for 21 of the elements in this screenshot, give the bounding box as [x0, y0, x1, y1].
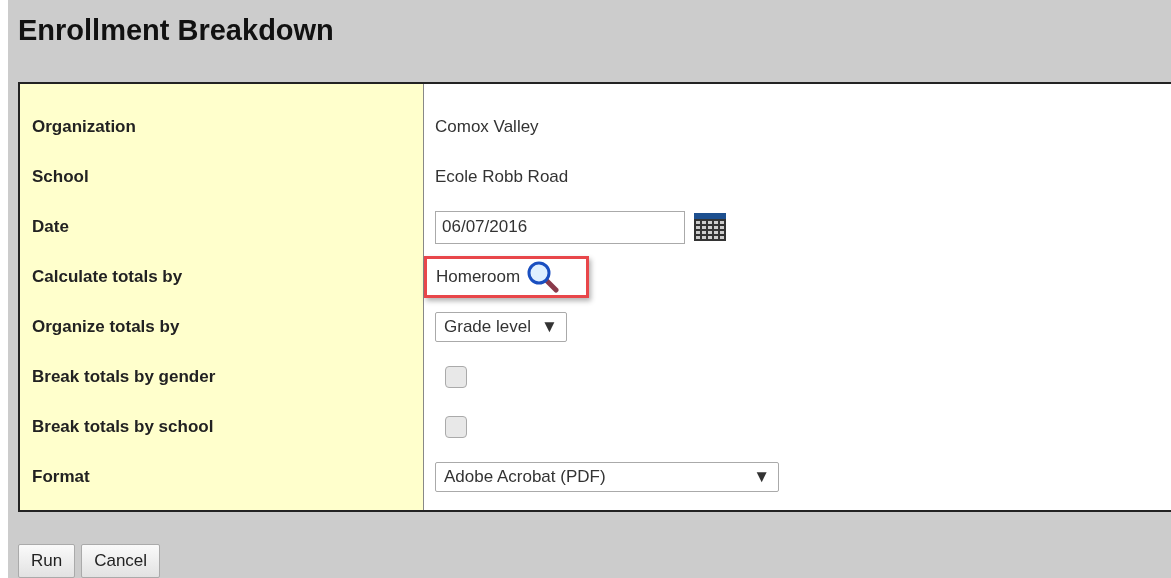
field-label: School	[31, 166, 89, 189]
cancel-button[interactable]: Cancel	[81, 544, 161, 578]
field-label: Organize totals by	[31, 316, 180, 339]
dropdown[interactable]: Grade level ▼	[435, 312, 567, 342]
field-label: Organization	[31, 116, 136, 139]
field-label: Calculate totals by	[31, 266, 183, 289]
field-label: Date	[31, 216, 69, 239]
field-label: Break totals by gender	[31, 366, 216, 389]
dropdown[interactable]: Adobe Acrobat (PDF) ▼	[435, 462, 779, 492]
search-icon[interactable]	[526, 261, 561, 293]
calendar-icon[interactable]	[693, 212, 727, 242]
field-label: Break totals by school	[31, 416, 214, 439]
field-value: Comox Valley	[435, 116, 539, 139]
page-title: Enrollment Breakdown	[18, 13, 335, 48]
field-value: Homeroom	[436, 266, 521, 289]
checkbox[interactable]	[445, 366, 467, 388]
run-button[interactable]: Run	[18, 544, 76, 578]
field-value: Ecole Robb Road	[435, 166, 569, 189]
checkbox[interactable]	[445, 416, 467, 438]
date-field[interactable]: 06/07/2016	[435, 210, 685, 244]
field-label: Format	[31, 466, 90, 489]
